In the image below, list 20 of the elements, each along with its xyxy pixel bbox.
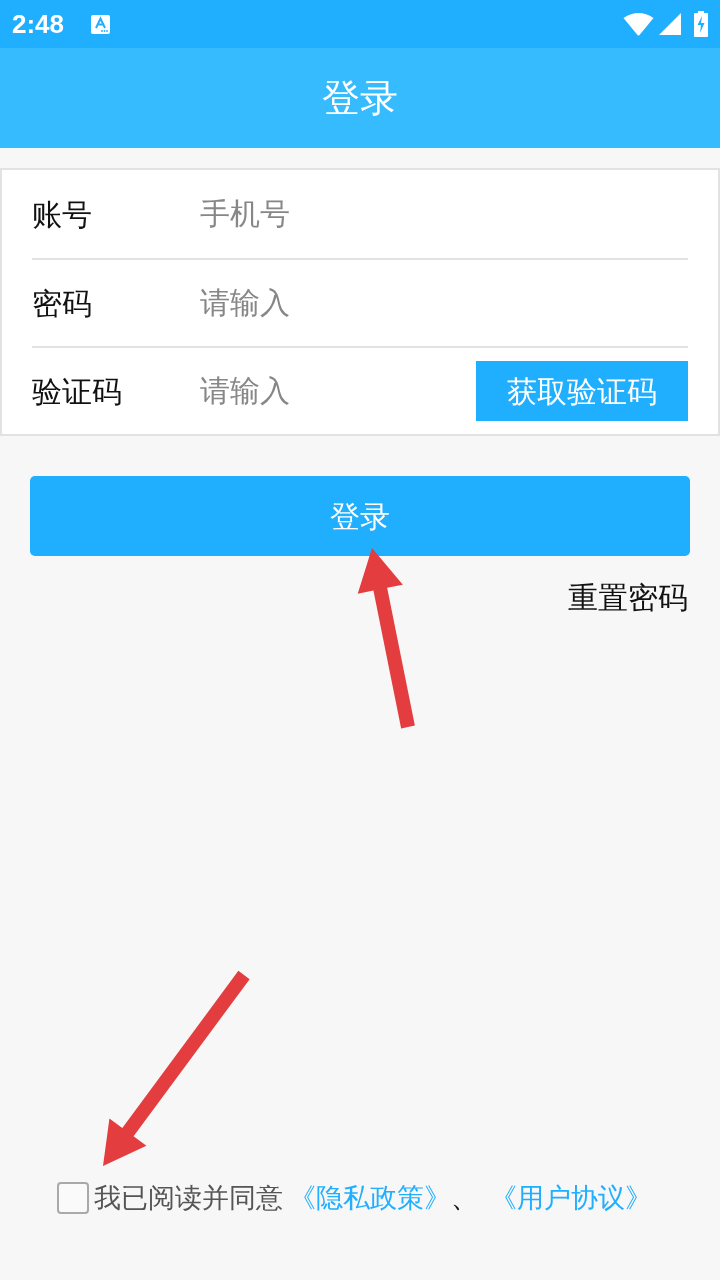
input-field[interactable]: 请输入 <box>200 361 476 421</box>
field-label: 验证码 <box>32 373 123 410</box>
signal-icon <box>659 13 681 35</box>
login-button[interactable]: 登录 <box>30 476 690 556</box>
status-time: 2:48 <box>12 11 65 37</box>
wifi-icon <box>623 12 654 36</box>
page-title: 登录 <box>322 75 398 121</box>
separator-text: 、 <box>451 1181 478 1215</box>
input-field[interactable]: 请输入 <box>200 273 688 333</box>
agreement-text: 我已阅读并同意 <box>94 1181 283 1215</box>
field-label: 账号 <box>32 196 93 233</box>
agreement-checkbox[interactable] <box>57 1181 89 1214</box>
field-label: 密码 <box>32 285 93 322</box>
policy-link[interactable]: 《用户协议》 <box>490 1177 652 1218</box>
policy-link[interactable]: 《隐私政策》 <box>289 1177 451 1218</box>
input-field[interactable]: 手机号 <box>200 184 688 244</box>
app-notification-icon <box>91 14 111 34</box>
get-code-button[interactable]: 获取验证码 <box>476 361 688 421</box>
reset-password-link[interactable]: 重置密码 <box>568 578 688 618</box>
battery-charging-icon <box>694 11 708 37</box>
